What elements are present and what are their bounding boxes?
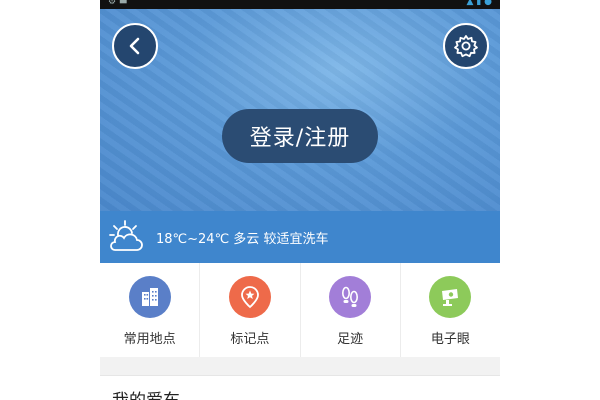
- footprints-icon: [329, 276, 372, 318]
- star-pin-icon: [228, 276, 271, 318]
- phone-screen: ⚙ ▬ ▲ ▮ ● 登录/注册 18℃~24℃ 多云 较适宜洗车 常用地点 标记…: [100, 0, 500, 400]
- building-icon: [128, 276, 171, 318]
- status-left-icons: ⚙ ▬: [108, 0, 128, 7]
- status-bar: ⚙ ▬ ▲ ▮ ●: [100, 0, 500, 9]
- nav-label: 标记点: [230, 332, 270, 347]
- nav-speed-camera[interactable]: 电子眼: [401, 263, 500, 357]
- section-divider: [100, 357, 500, 376]
- nav-footprints[interactable]: 足迹: [301, 263, 401, 357]
- quick-nav: 常用地点 标记点 足迹 电子眼: [100, 263, 500, 358]
- nav-label: 电子眼: [430, 332, 470, 347]
- gear-icon: [454, 35, 478, 58]
- section-title: 我的爱车: [112, 386, 180, 400]
- camera-icon: [429, 276, 472, 318]
- weather-text: 18℃~24℃ 多云 较适宜洗车: [156, 231, 329, 247]
- chevron-left-icon: [129, 37, 140, 55]
- nav-label: 常用地点: [123, 332, 176, 347]
- back-button[interactable]: [112, 23, 158, 69]
- nav-frequent-places[interactable]: 常用地点: [100, 263, 201, 357]
- nav-label: 足迹: [337, 332, 364, 347]
- login-register-button[interactable]: 登录/注册: [222, 109, 378, 163]
- status-right-icons: ▲ ▮ ●: [466, 0, 492, 7]
- weather-bar: 18℃~24℃ 多云 较适宜洗车: [100, 211, 500, 263]
- nav-marked-points[interactable]: 标记点: [200, 263, 301, 357]
- partly-cloudy-icon: [109, 220, 143, 251]
- settings-button[interactable]: [443, 23, 489, 69]
